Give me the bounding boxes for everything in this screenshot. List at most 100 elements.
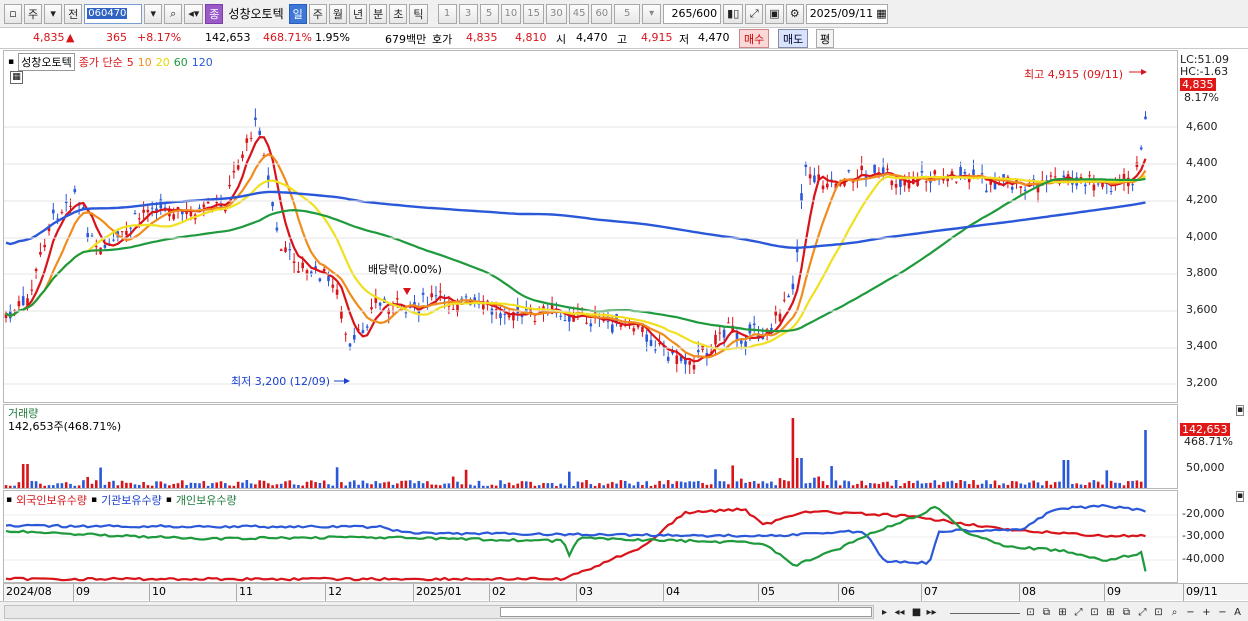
date-input[interactable]: 2025/09/11 ▦ <box>805 3 888 24</box>
stock-code-input[interactable]: 060470 <box>84 3 143 24</box>
minute-45-button[interactable]: 45 <box>568 3 590 24</box>
zoom-out-minus-icon[interactable]: − <box>1184 605 1197 619</box>
candle-body <box>654 349 657 351</box>
fast-forward-icon[interactable]: ▸▸ <box>925 605 938 619</box>
period-minute-button[interactable]: 분 <box>369 3 388 24</box>
candle-body <box>331 284 335 288</box>
evaluate-button[interactable]: 평 <box>816 29 835 48</box>
chart-scrollbar[interactable] <box>4 605 874 619</box>
volume-bar <box>249 483 253 488</box>
minute-5-button[interactable]: 5 <box>479 3 499 24</box>
candle-body <box>886 168 889 170</box>
volume-bar <box>821 481 825 488</box>
chevron-down-icon[interactable]: ▾ <box>44 3 63 24</box>
volume-bar <box>451 476 455 488</box>
volume-chart-canvas[interactable] <box>4 405 1177 488</box>
window-icon[interactable]: ⊡ <box>1088 605 1101 619</box>
volume-bar <box>142 482 145 488</box>
stock-type-badge[interactable]: 종 <box>205 3 224 24</box>
sell-button[interactable]: 매도 <box>778 29 809 48</box>
volume-bar <box>1028 482 1031 488</box>
candle-icon[interactable]: ▮▯ <box>723 3 744 24</box>
candle-body <box>73 189 77 193</box>
stock-name-chip[interactable]: 성창오토텍 <box>18 53 75 71</box>
volume-bar <box>52 485 55 488</box>
market-select-button[interactable]: 주 <box>24 3 43 24</box>
candle-body <box>503 313 507 315</box>
minute-15-button[interactable]: 15 <box>523 3 544 24</box>
volume-bar <box>434 484 438 488</box>
rewind-icon[interactable]: ◂◂ <box>893 605 906 619</box>
calendar-icon[interactable]: ▦ <box>876 7 886 20</box>
split-icon[interactable]: ⊞ <box>1056 605 1069 619</box>
volume-bar <box>864 485 868 488</box>
open-label: 시 <box>556 33 567 46</box>
code-dropdown-chevron-icon[interactable]: ▾ <box>144 3 163 24</box>
buy-button[interactable]: 매수 <box>739 29 770 48</box>
restore-icon[interactable]: ⧉ <box>1120 605 1133 619</box>
search-icon[interactable]: ⌕ <box>164 3 183 24</box>
data-count-input[interactable]: 265/600 <box>663 3 722 24</box>
minute-30-button[interactable]: 30 <box>545 3 567 24</box>
period-tick-button[interactable]: 틱 <box>409 3 428 24</box>
volume-chart-panel[interactable]: 거래량 142,653주(468.71%) <box>3 404 1178 489</box>
minute-60-button[interactable]: 60 <box>591 3 613 24</box>
period-day-button[interactable]: 일 <box>288 3 307 24</box>
font-size-icon[interactable]: A <box>1231 605 1244 619</box>
minute-1-button[interactable]: 1 <box>437 3 457 24</box>
volume-bar <box>9 485 12 488</box>
candle-body <box>933 170 937 175</box>
scrollbar-thumb[interactable] <box>500 607 872 617</box>
price-chart-canvas[interactable] <box>4 51 1177 402</box>
period-second-button[interactable]: 초 <box>389 3 408 24</box>
zoom-in-icon[interactable]: ⌕ <box>1168 605 1181 619</box>
copy-icon[interactable]: ⧉ <box>1040 605 1053 619</box>
minute-select-chevron-icon[interactable]: ▾ <box>642 3 662 24</box>
period-year-button[interactable]: 년 <box>349 3 368 24</box>
minute-10-button[interactable]: 10 <box>500 3 522 24</box>
volume-bar <box>370 484 373 488</box>
calculator-icon[interactable]: ▦ <box>10 71 23 84</box>
expand-icon[interactable]: ⤢ <box>1072 605 1085 619</box>
volume-bar <box>232 485 236 488</box>
save-icon[interactable]: ▣ <box>765 3 784 24</box>
volume-bar <box>619 480 623 488</box>
all-market-button[interactable]: 전 <box>64 3 83 24</box>
volume-bar <box>189 482 193 488</box>
holdings-chart-panel[interactable]: ▪ 외국인보유수량 ▪ 기관보유수량 ▪ 개인보유수량 <box>3 490 1178 583</box>
volume-bar <box>340 482 343 488</box>
period-month-button[interactable]: 월 <box>328 3 347 24</box>
volume-bar <box>408 480 412 488</box>
scroll-right-icon[interactable]: ▸ <box>878 605 891 619</box>
volume-bar <box>757 483 760 488</box>
drawing-tool-icon[interactable]: ⤢ <box>745 3 764 24</box>
candle-body <box>774 311 777 316</box>
settings-icon[interactable]: ⊡ <box>1152 605 1165 619</box>
gear-icon[interactable]: ⚙ <box>785 3 804 24</box>
zoom-slider[interactable] <box>950 605 1020 614</box>
volume-bar <box>297 485 300 488</box>
candle-body <box>808 174 812 179</box>
grid-icon[interactable]: ⊞ <box>1104 605 1117 619</box>
layout-icon[interactable]: ⊡ <box>1024 605 1037 619</box>
fit-icon[interactable]: ⤢ <box>1136 605 1149 619</box>
quote-label: 호가 <box>432 33 453 46</box>
high-arrow-icon <box>1141 69 1147 75</box>
volume-bar <box>482 485 485 488</box>
period-week-button[interactable]: 주 <box>308 3 327 24</box>
speaker-icon[interactable]: ◂▾ <box>184 3 204 24</box>
stop-icon[interactable]: ■ <box>910 605 923 619</box>
volume-bar <box>838 485 842 488</box>
volume-bar <box>525 481 528 488</box>
ma-10-label: 10 <box>137 55 152 69</box>
candle-body <box>142 209 145 213</box>
minute-select[interactable]: 5 <box>614 3 641 24</box>
volume-bar <box>602 485 605 488</box>
holdings-panel-close-icon[interactable]: ▪ <box>1236 491 1245 502</box>
window-icon[interactable]: ▫ <box>4 3 22 24</box>
price-chart-panel[interactable]: ▪ 성창오토텍 종가 단순 5 10 20 60 120 ▦ 최고 4,915 … <box>3 50 1178 403</box>
minus-icon[interactable]: − <box>1216 605 1229 619</box>
minute-3-button[interactable]: 3 <box>458 3 478 24</box>
zoom-in-plus-icon[interactable]: + <box>1200 605 1213 619</box>
volume-panel-close-icon[interactable]: ▪ <box>1236 405 1245 416</box>
